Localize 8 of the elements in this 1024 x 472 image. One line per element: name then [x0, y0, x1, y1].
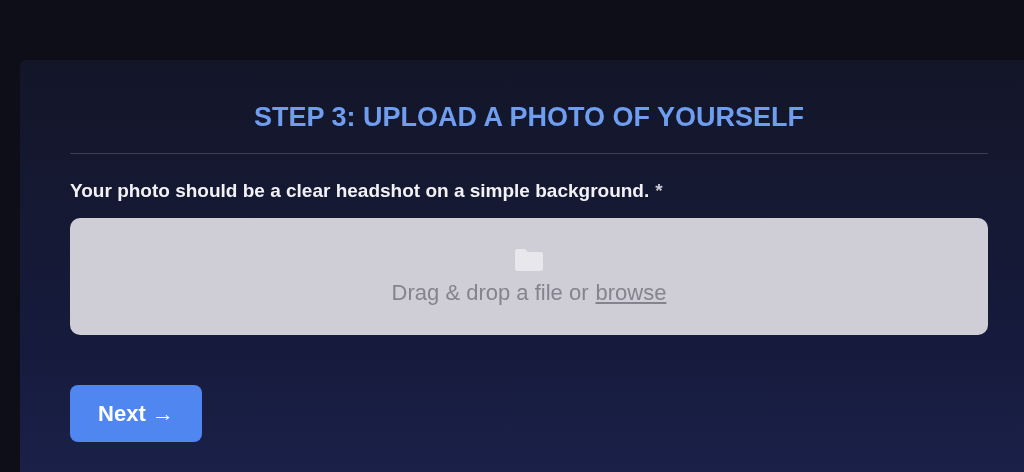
drop-instruction: Drag & drop a file or	[391, 279, 589, 306]
required-mark: *	[655, 180, 663, 202]
file-dropzone[interactable]: Drag & drop a file or browse	[70, 218, 988, 335]
folder-icon	[513, 247, 545, 272]
field-label: Your photo should be a clear headshot on a simple background.	[70, 180, 650, 202]
browse-link[interactable]: browse	[595, 279, 667, 306]
step-heading: STEP 3: UPLOAD A PHOTO OF YOURSELF	[252, 102, 806, 133]
next-button[interactable]: Next →	[70, 385, 202, 442]
